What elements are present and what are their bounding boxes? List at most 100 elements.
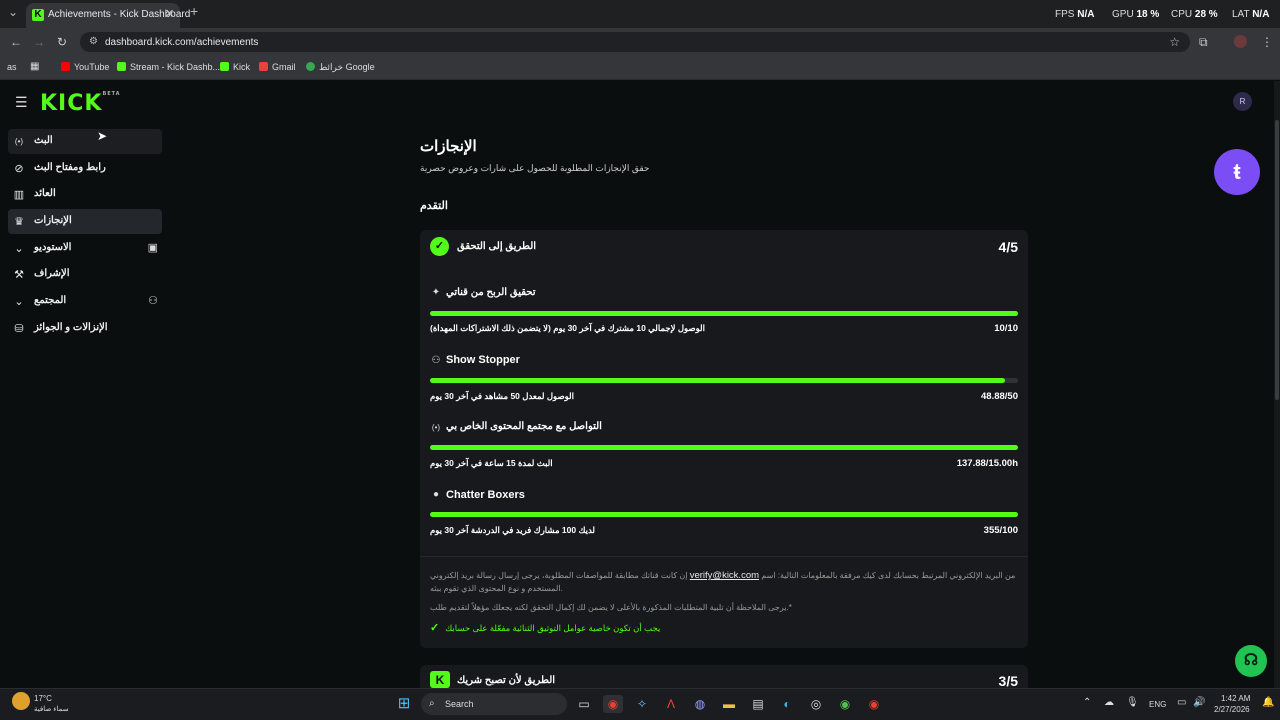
task-progress-bar bbox=[430, 311, 1018, 316]
address-bar[interactable]: ⚙ dashboard.kick.com/achievements ☆ bbox=[80, 32, 1190, 52]
user-avatar[interactable]: R bbox=[1233, 92, 1252, 111]
chrome-profile-icon[interactable]: ◉ bbox=[835, 695, 855, 713]
new-tab-button[interactable]: + bbox=[190, 3, 198, 19]
profile-chip[interactable]: as bbox=[7, 62, 17, 72]
edge-icon[interactable]: ◐ bbox=[777, 695, 797, 713]
tab-close-icon[interactable]: ✕ bbox=[165, 7, 174, 20]
windows-start-icon[interactable]: ⊞ bbox=[394, 695, 414, 713]
notifications-icon[interactable]: 🔔 bbox=[1262, 697, 1274, 708]
cpu-label: CPU bbox=[1171, 9, 1193, 20]
file-explorer-icon[interactable]: ▬ bbox=[719, 695, 739, 713]
logo-text: KICK bbox=[40, 91, 103, 116]
extensions-icon[interactable]: ⧉ bbox=[1199, 35, 1208, 50]
taskbar-search[interactable]: ⌕ Search bbox=[421, 693, 567, 715]
progress-heading: التقدم bbox=[420, 200, 448, 212]
browser-tab[interactable]: K Achievements - Kick Dashboard ✕ bbox=[26, 3, 190, 28]
profile-avatar[interactable] bbox=[1234, 35, 1247, 48]
site-info-icon[interactable]: ⚙ bbox=[89, 36, 98, 47]
broadcast-icon: (•) bbox=[14, 137, 24, 146]
weather-temp[interactable]: 17°C bbox=[34, 694, 52, 703]
wifi-icon[interactable]: ▭ bbox=[1177, 697, 1186, 708]
chrome-icon[interactable]: ◉ bbox=[603, 695, 623, 713]
copilot-icon[interactable]: ✧ bbox=[632, 695, 652, 713]
scrollbar-thumb[interactable] bbox=[1275, 120, 1279, 400]
verify-email-link[interactable]: verify@kick.com bbox=[690, 570, 759, 581]
back-icon[interactable]: ← bbox=[10, 35, 22, 49]
two-factor-requirement: ✓ يجب أن تكون خاصية عوامل التوثيق الثنائي… bbox=[430, 621, 660, 634]
eligibility-note: يرجى الملاحظة أن تلبية المتطلبات المذكور… bbox=[430, 603, 792, 612]
kick-icon bbox=[117, 62, 126, 71]
broadcast-icon: (•) bbox=[431, 423, 441, 432]
sidebar-item-achievements[interactable]: ♛ الإنجازات bbox=[8, 209, 162, 234]
bookmark-youtube[interactable]: YouTube bbox=[61, 62, 109, 72]
chrome-alt-icon[interactable]: ◉ bbox=[864, 695, 884, 713]
users-icon: ⚇ bbox=[148, 295, 158, 307]
bookmark-star-icon[interactable]: ☆ bbox=[1169, 35, 1180, 49]
sidebar-item-label: البث bbox=[34, 135, 53, 146]
hamburger-menu-icon[interactable]: ☰ bbox=[15, 94, 28, 111]
kick-logo[interactable]: KICKBETA bbox=[40, 91, 121, 116]
lat-label: LAT bbox=[1232, 9, 1250, 20]
gmail-icon bbox=[259, 62, 268, 71]
task-value: 10/10 bbox=[994, 323, 1018, 334]
people-icon: ⚇ bbox=[431, 355, 441, 366]
sidebar-item-studio[interactable]: ⌄ الاستوديو ▣ bbox=[8, 236, 162, 261]
browser-menu-icon[interactable]: ⋮ bbox=[1261, 35, 1273, 49]
fps-value: N/A bbox=[1077, 9, 1095, 20]
store-icon[interactable]: ▤ bbox=[748, 695, 768, 713]
discord-icon[interactable]: ◍ bbox=[690, 695, 710, 713]
reload-icon[interactable]: ↻ bbox=[57, 35, 67, 49]
language-indicator[interactable]: ENG bbox=[1149, 700, 1166, 709]
bookmark-label: خرائط Google bbox=[319, 62, 375, 72]
cpu-readout: CPU 28 % bbox=[1171, 9, 1218, 20]
tray-overflow-icon[interactable]: ⌃ bbox=[1083, 697, 1091, 708]
apps-grid-icon[interactable]: ▦ bbox=[30, 61, 39, 72]
sidebar-item-stream-key[interactable]: ⊘ رابط ومفتاح البث bbox=[8, 156, 162, 181]
gpu-value: 18 % bbox=[1136, 9, 1160, 20]
gpu-label: GPU bbox=[1112, 9, 1134, 20]
progress-fill bbox=[430, 445, 1018, 450]
sidebar-item-revenue[interactable]: ▥ العائد bbox=[8, 182, 162, 207]
sidebar-item-broadcast[interactable]: (•) البث bbox=[8, 129, 162, 154]
sidebar-item-label: الإشراف bbox=[34, 268, 70, 279]
microphone-icon[interactable]: 🎙 bbox=[1126, 697, 1139, 708]
chart-icon: ▥ bbox=[13, 189, 25, 201]
task-description: البث لمدة 15 ساعة في آخر 30 يوم bbox=[430, 458, 553, 468]
progress-fill bbox=[430, 311, 1018, 316]
clock-time[interactable]: 1:42 AM bbox=[1221, 694, 1250, 703]
fps-readout: FPS N/A bbox=[1055, 9, 1094, 20]
weather-desc[interactable]: سماء صافية bbox=[34, 705, 69, 713]
network-app-icon[interactable]: ☁ bbox=[1104, 697, 1114, 708]
support-chat-icon[interactable]: ☊ bbox=[1235, 645, 1267, 677]
bookmark-label: Stream - Kick Dashb... bbox=[130, 62, 221, 72]
youtube-icon bbox=[61, 62, 70, 71]
clock-date[interactable]: 2/27/2026 bbox=[1214, 705, 1250, 714]
obs-icon[interactable]: ◎ bbox=[806, 695, 826, 713]
bookmark-kick[interactable]: Kick bbox=[220, 62, 250, 72]
bookmark-stream-kick[interactable]: Stream - Kick Dashb... bbox=[117, 62, 220, 72]
volume-icon[interactable]: 🔊 bbox=[1193, 697, 1205, 708]
task-view-icon[interactable]: ▭ bbox=[574, 695, 594, 713]
page-subtitle: حقق الإنجازات المطلوبة للحصول على شارات … bbox=[420, 163, 650, 173]
sidebar-item-label: الاستوديو bbox=[34, 242, 72, 253]
sidebar-item-moderation[interactable]: ⚒ الإشراف bbox=[8, 262, 162, 287]
kick-favicon: K bbox=[32, 9, 44, 21]
sidebar-item-drops[interactable]: ⛁ الإنزالات و الجوائز bbox=[8, 316, 162, 341]
weather-icon[interactable] bbox=[12, 692, 30, 710]
tab-menu-button[interactable]: ⌄ bbox=[8, 5, 18, 19]
forward-icon[interactable]: → bbox=[33, 35, 45, 49]
bookmark-gmail[interactable]: Gmail bbox=[259, 62, 296, 72]
search-icon: ⌕ bbox=[429, 698, 435, 709]
link-icon: ⊘ bbox=[14, 163, 24, 175]
task-value: 137.88/15.00h bbox=[956, 458, 1018, 469]
task-progress-bar bbox=[430, 512, 1018, 517]
bookmark-label: YouTube bbox=[74, 62, 110, 72]
sidebar-item-community[interactable]: ⌄ المجتمع ⚇ bbox=[8, 289, 162, 314]
app-a-icon[interactable]: Λ bbox=[661, 695, 681, 713]
bookmark-google-maps[interactable]: خرائط Google bbox=[306, 62, 375, 73]
sparkle-icon: ✦ bbox=[431, 287, 441, 298]
sidebar-item-label: المجتمع bbox=[34, 295, 67, 306]
task-description: الوصول لمعدل 50 مشاهد في آخر 30 يوم bbox=[430, 391, 574, 401]
assistant-fab-icon[interactable]: ŧ bbox=[1214, 149, 1260, 195]
card-title: الطريق لأن تصبح شريك bbox=[457, 675, 556, 686]
